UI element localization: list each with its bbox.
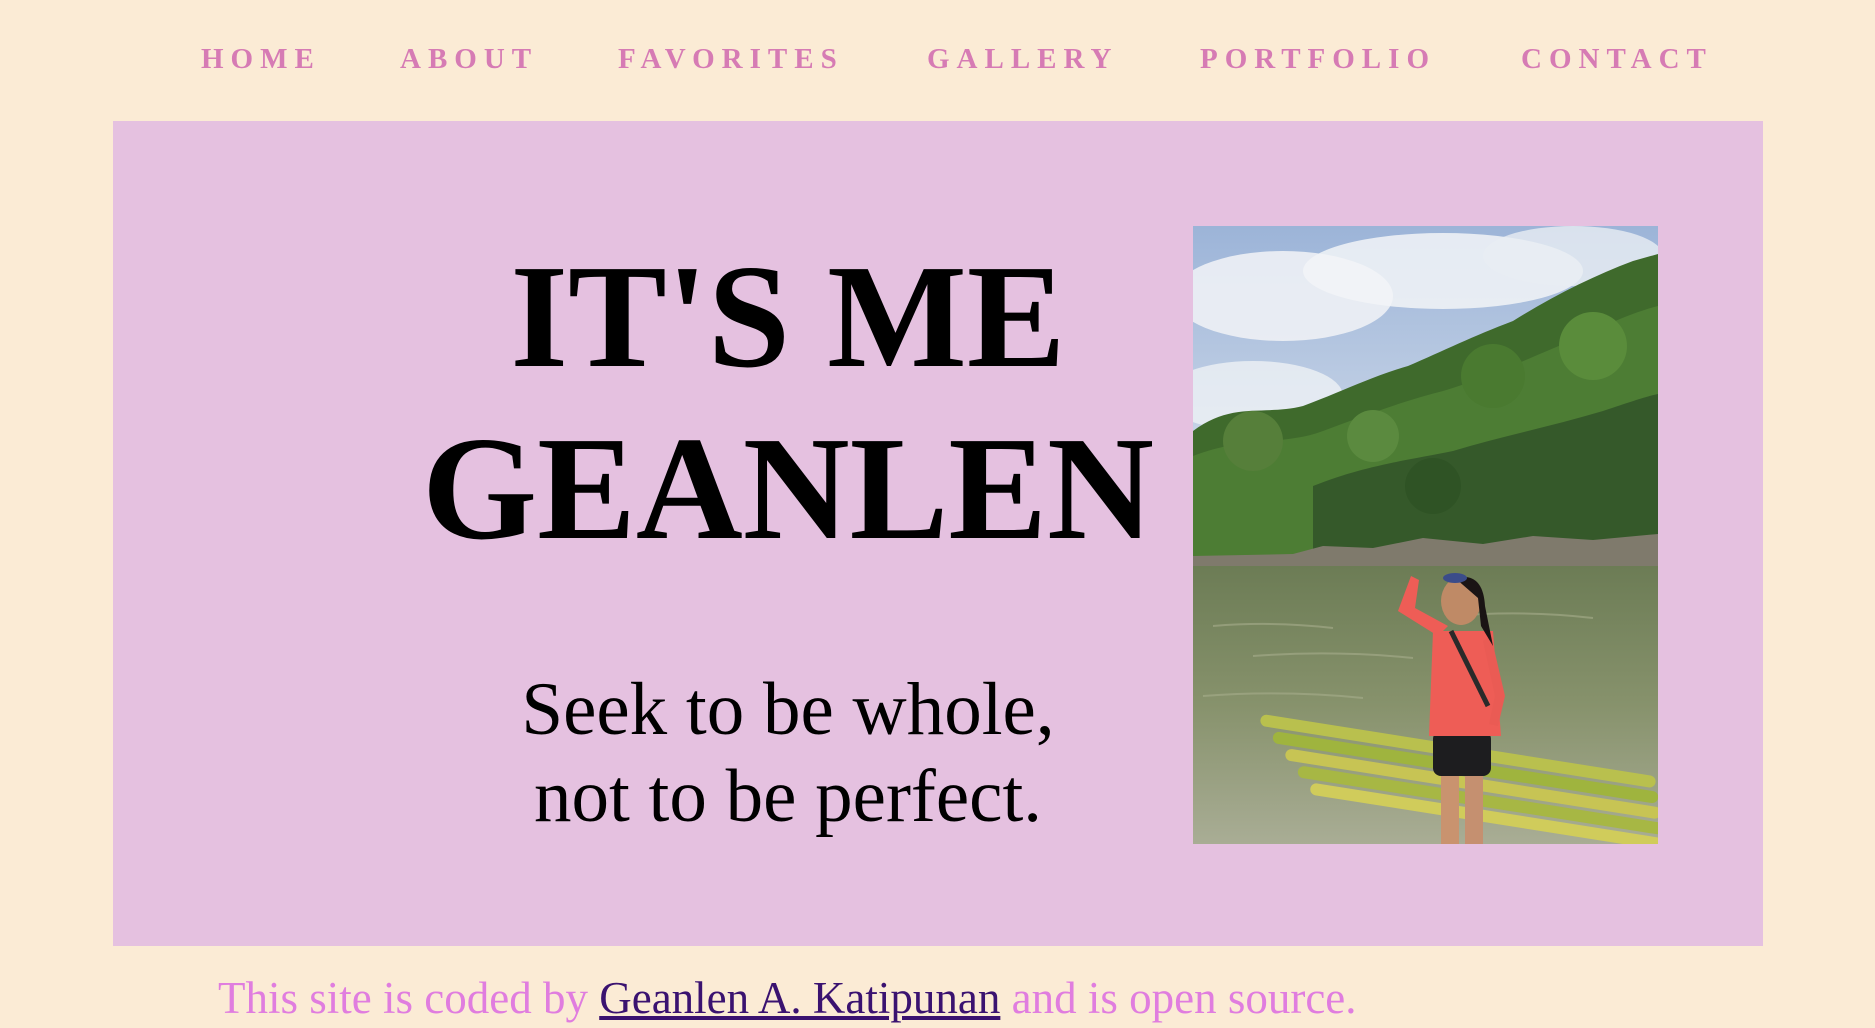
hero-tagline: Seek to be whole, not to be perfect. [288, 666, 1288, 840]
top-navigation: HOME ABOUT FAVORITES GALLERY PORTFOLIO C… [0, 0, 1875, 120]
hero-title: IT'S ME GEANLEN [288, 231, 1288, 575]
author-link[interactable]: Geanlen A. Katipunan [599, 973, 1000, 1023]
nav-home-link[interactable]: HOME [201, 40, 321, 78]
footer-suffix-text: and is open source. [1000, 973, 1357, 1023]
tagline-line-2: not to be perfect. [533, 755, 1043, 838]
nav-contact-link[interactable]: CONTACT [1521, 40, 1713, 78]
nav-about-link[interactable]: ABOUT [400, 40, 538, 78]
footer-prefix-text: This site is coded by [218, 973, 600, 1023]
hero-section: IT'S ME GEANLEN Seek to be whole, not to… [113, 121, 1763, 946]
profile-photo [1193, 226, 1658, 844]
nav-portfolio-link[interactable]: PORTFOLIO [1200, 40, 1436, 78]
tagline-line-1: Seek to be whole, [521, 668, 1055, 751]
site-footer: This site is coded by Geanlen A. Katipun… [218, 968, 1357, 1028]
nav-gallery-link[interactable]: GALLERY [927, 40, 1118, 78]
nav-favorites-link[interactable]: FAVORITES [618, 40, 844, 78]
hero-title-line-1: IT'S ME [510, 235, 1066, 399]
hero-title-line-2: GEANLEN [422, 407, 1154, 571]
